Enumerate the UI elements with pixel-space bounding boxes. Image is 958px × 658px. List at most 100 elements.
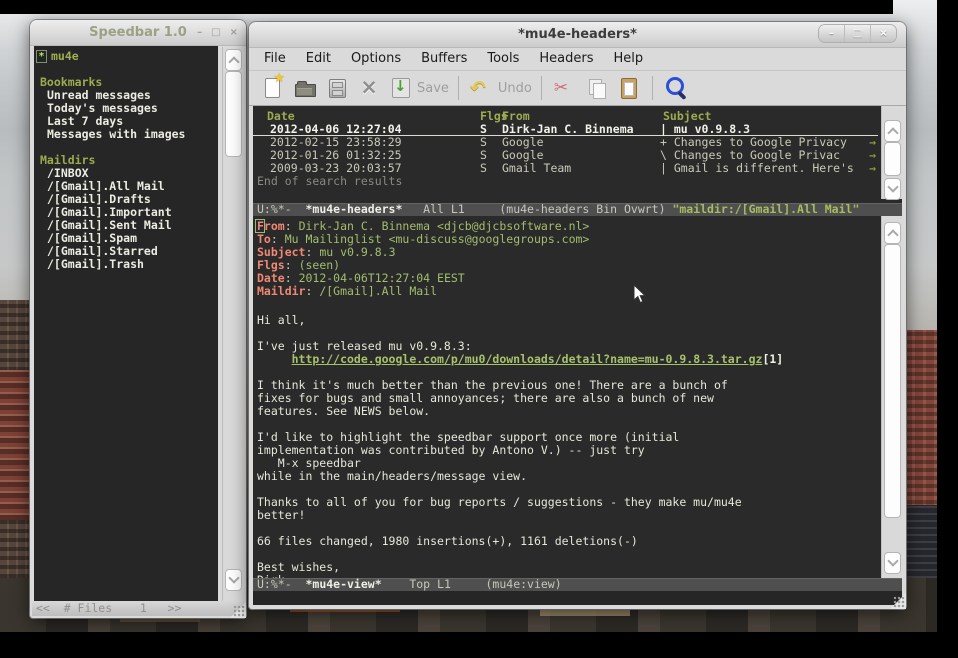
menu-help[interactable]: Help: [604, 49, 654, 69]
paste-button[interactable]: [616, 75, 642, 101]
menu-edit[interactable]: Edit: [296, 49, 341, 69]
field-separator: :: [285, 219, 299, 233]
clipboard-icon: [621, 78, 637, 99]
field-value: (seen): [299, 258, 341, 272]
cut-button[interactable]: ✂: [552, 75, 578, 101]
speedbar-root-item[interactable]: * mu4e: [34, 50, 218, 63]
body-line: while in the main/headers/message view.: [257, 470, 783, 483]
save-arrow-icon: ↓: [394, 77, 407, 95]
speedbar-buffer: * mu4e Bookmarks Unread messages Today's…: [34, 46, 218, 601]
open-file-button[interactable]: [292, 75, 318, 101]
scroll-thumb[interactable]: [225, 71, 242, 157]
scroll-down-button[interactable]: [884, 178, 901, 200]
body-line: Best wishes,: [257, 561, 783, 574]
screen-edge-right: [937, 8, 958, 658]
wallpaper-building: [0, 370, 30, 520]
truncation-arrow-icon: →: [869, 162, 876, 175]
body-line: 66 files changed, 1980 insertions(+), 11…: [257, 535, 783, 548]
modeline-buffer-name: *mu4e-view*: [305, 577, 381, 591]
field-separator: :: [271, 232, 285, 246]
menu-tools[interactable]: Tools: [477, 49, 529, 69]
scroll-down-button[interactable]: [225, 569, 242, 591]
menu-options[interactable]: Options: [341, 49, 411, 69]
modeline-flags: U:%*-: [257, 577, 305, 591]
field-label: From: [257, 219, 285, 233]
body-line: features. See NEWS below.: [257, 405, 783, 418]
modeline-modes: (mu4e-headers Bin Ovwrt): [499, 202, 672, 216]
close-icon[interactable]: ×: [230, 28, 238, 38]
minimize-icon[interactable]: –: [819, 25, 844, 42]
search-icon-handle: [677, 91, 686, 100]
speedbar-item-trash[interactable]: /[Gmail].Trash: [34, 258, 218, 271]
modeline-buffer-name: *mu4e-headers*: [305, 202, 402, 216]
scroll-up-button[interactable]: [884, 222, 901, 244]
speedbar-scrollbar[interactable]: [222, 47, 243, 601]
modeline-query: "maildir:/[Gmail].All Mail": [672, 202, 859, 216]
copy-icon: [593, 83, 606, 99]
body-line: Hi all,: [257, 314, 783, 327]
scissors-icon: ✂: [554, 75, 568, 101]
field-separator: :: [285, 271, 299, 285]
field-label: Date: [257, 271, 285, 285]
menu-file[interactable]: File: [254, 49, 296, 69]
field-label: To: [257, 232, 271, 246]
copy-button[interactable]: [584, 75, 610, 101]
modeline-position: All L1: [402, 202, 499, 216]
save-button[interactable]: ↓: [388, 75, 414, 101]
echo-area: [253, 591, 902, 605]
field-separator: :: [305, 284, 319, 298]
body-line: Dirk.: [257, 574, 783, 578]
tool-bar: ★ × ↓ Save ↶ Undo: [249, 70, 906, 106]
menu-bar: File Edit Options Buffers Tools Headers …: [249, 48, 906, 70]
modeline-flags: U:%*-: [257, 202, 305, 216]
field-value: 2012-04-06T12:27:04 EEST: [299, 271, 465, 285]
scroll-up-button[interactable]: [225, 49, 242, 71]
menu-buffers[interactable]: Buffers: [411, 49, 477, 69]
undo-icon: ↶: [470, 75, 486, 101]
chevron-down-icon: [887, 555, 898, 566]
message-headers: From: Dirk-Jan C. Binnema <djcb@djcbsoft…: [257, 220, 589, 298]
close-buffer-button[interactable]: ×: [356, 75, 382, 101]
folder-icon: [295, 84, 316, 97]
speedbar-window: Speedbar 1.0 – □ × * mu4e Bookmarks Unre…: [30, 20, 246, 618]
new-file-button[interactable]: ★: [260, 75, 286, 101]
search-button[interactable]: [663, 75, 689, 101]
row-subject: | Gmail is different. Here's: [660, 162, 854, 175]
mouse-cursor: [633, 284, 647, 305]
file-cabinet-icon: [329, 79, 346, 98]
download-link[interactable]: http://code.google.com/p/mu0/downloads/d…: [292, 352, 763, 366]
message-body: Hi all, I've just released mu v0.9.8.3: …: [257, 314, 783, 578]
close-x-icon: ×: [356, 74, 382, 100]
star-icon: ★: [273, 71, 285, 86]
speedbar-titlebar[interactable]: Speedbar 1.0 – □ ×: [30, 20, 246, 46]
field-value: /[Gmail].All Mail: [319, 284, 437, 298]
end-of-results-text: End of search results: [253, 175, 902, 188]
chevron-up-icon: [887, 229, 898, 240]
message-scrollbar[interactable]: [881, 216, 902, 578]
maximize-icon[interactable]: □: [211, 28, 220, 38]
scroll-up-button[interactable]: [884, 120, 901, 142]
open-directory-button[interactable]: [324, 75, 350, 101]
row-flags: S: [480, 162, 487, 175]
emacs-window-controls: – □ ×: [819, 25, 896, 42]
emacs-titlebar[interactable]: *mu4e-headers* – □ ×: [249, 22, 906, 48]
toolbar-separator: [458, 76, 459, 100]
link-indent: [257, 352, 292, 366]
speedbar-item-images[interactable]: Messages with images: [34, 128, 218, 141]
maximize-icon[interactable]: □: [844, 25, 870, 42]
view-mode-line: U:%*- *mu4e-view* Top L1 (mu4e:view): [253, 578, 902, 591]
undo-button[interactable]: ↶: [469, 75, 495, 101]
screen-edge-top: [0, 0, 893, 14]
minimize-icon[interactable]: –: [197, 28, 202, 38]
folder-front: [297, 88, 312, 95]
drawer-icon: [332, 82, 343, 88]
scroll-down-button[interactable]: [884, 552, 901, 574]
scroll-thumb[interactable]: [884, 142, 901, 176]
headers-scrollbar[interactable]: [881, 106, 902, 199]
close-icon[interactable]: ×: [870, 25, 896, 42]
expand-box-icon[interactable]: *: [36, 50, 47, 63]
body-line: Thanks to all of you for bug reports / s…: [257, 496, 783, 509]
resize-grip-dots: [893, 596, 905, 608]
scroll-thumb[interactable]: [884, 244, 901, 518]
menu-headers[interactable]: Headers: [529, 49, 603, 69]
